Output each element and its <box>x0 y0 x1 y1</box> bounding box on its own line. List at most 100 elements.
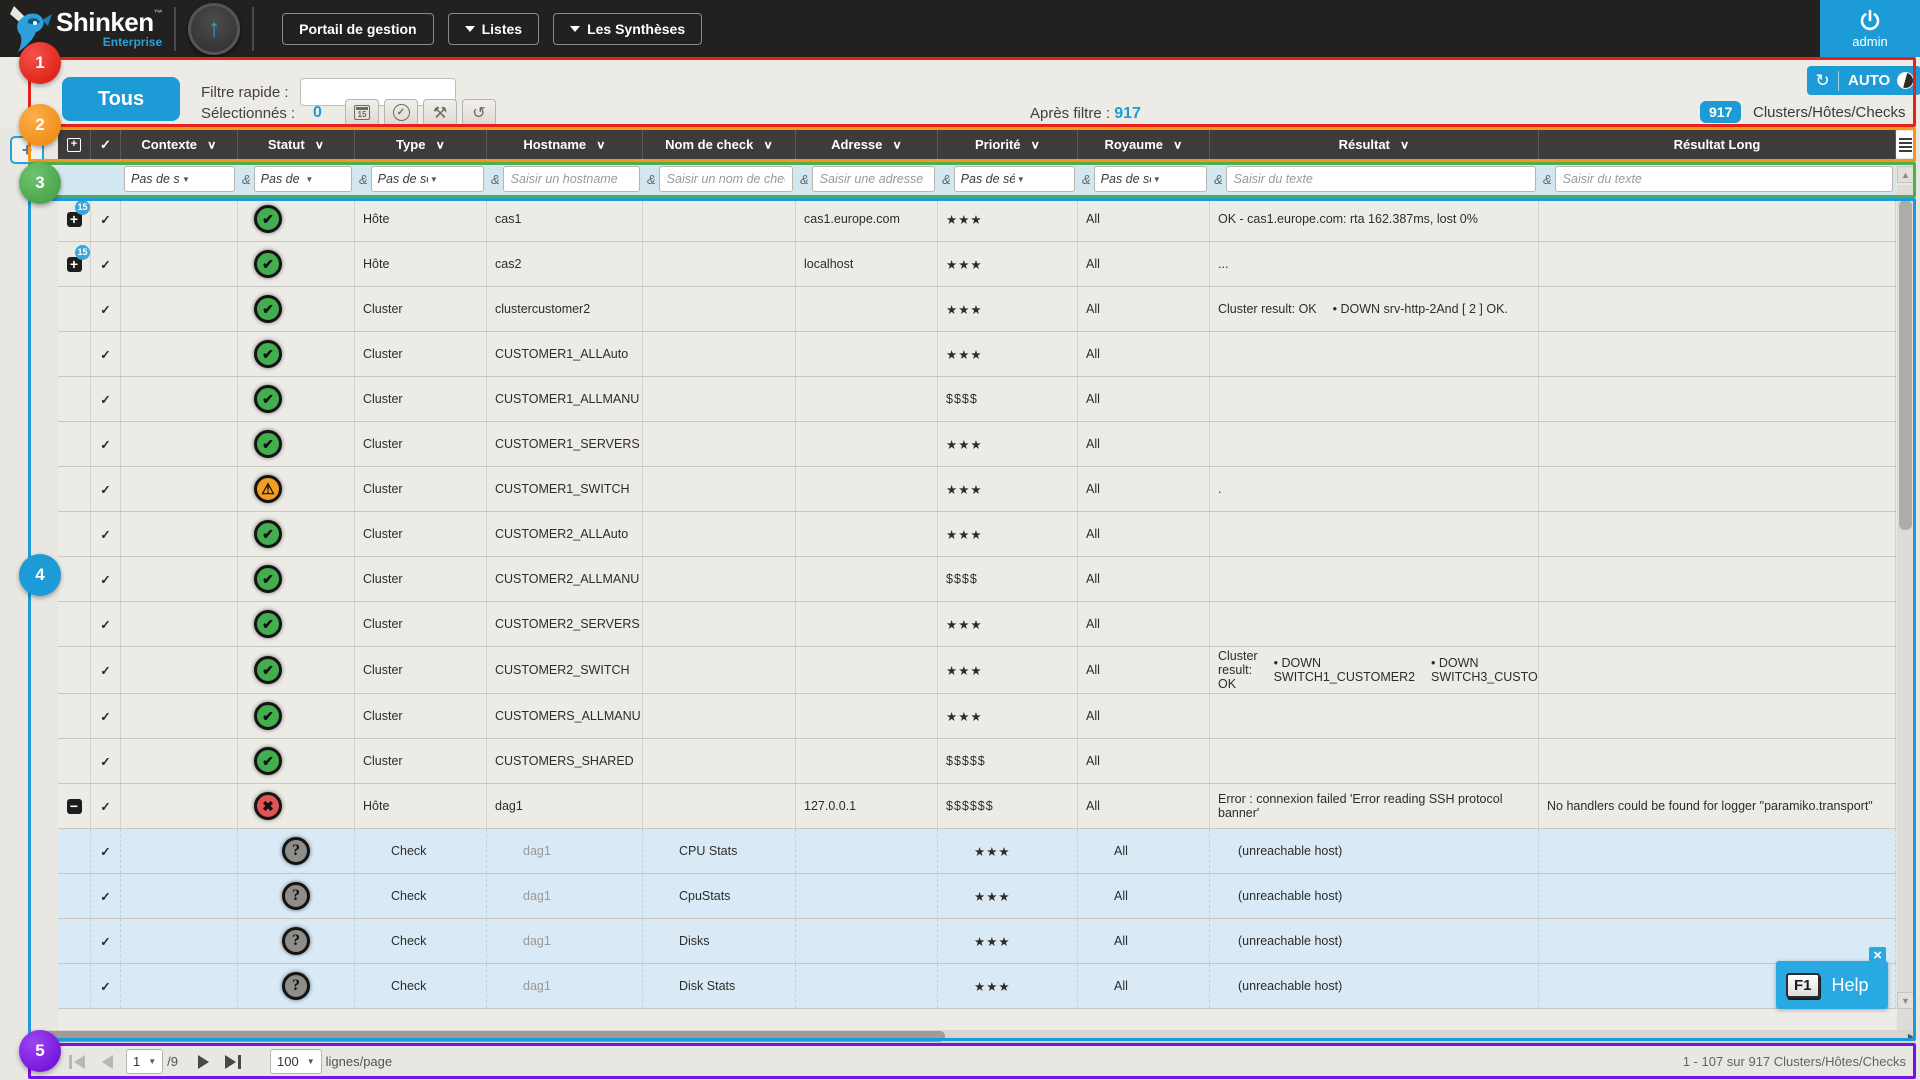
table-row[interactable]: ✓ ? Check dag1 Disk Stats ★★★ All (unrea… <box>58 964 1896 1009</box>
cell-hostname[interactable]: dag1 <box>487 964 643 1008</box>
table-row[interactable]: ✓ ⚠ Cluster CUSTOMER1_SWITCH ★★★ All . <box>58 467 1896 512</box>
user-menu-admin[interactable]: admin <box>1820 0 1920 57</box>
row-select-check-icon[interactable]: ✓ <box>91 332 121 376</box>
header-select-all[interactable]: + <box>58 128 91 161</box>
cell-hostname[interactable]: cas1 <box>487 197 643 241</box>
row-select-check-icon[interactable]: ✓ <box>91 829 121 873</box>
row-select-check-icon[interactable]: ✓ <box>91 557 121 601</box>
auto-refresh-control[interactable]: ↻ AUTO <box>1807 66 1920 95</box>
downtime-calendar-button[interactable]: 15 <box>345 99 379 126</box>
cell-hostname[interactable]: CUSTOMERS_SHARED <box>487 739 643 783</box>
cell-hostname[interactable]: CUSTOMER2_ALLAuto <box>487 512 643 556</box>
cell-hostname[interactable]: dag1 <box>487 784 643 828</box>
menu-portail-de-gestion[interactable]: Portail de gestion <box>282 13 433 45</box>
row-select-check-icon[interactable]: ✓ <box>91 602 121 646</box>
header-statut[interactable]: Statut∨ <box>238 128 355 161</box>
table-row[interactable]: ✓ ✔ Cluster CUSTOMER2_SERVERS ★★★ All <box>58 602 1896 647</box>
cell-hostname[interactable]: CUSTOMER2_SWITCH <box>487 647 643 693</box>
scrollbar-up-button[interactable]: ▲ <box>1897 166 1914 183</box>
cell-hostname[interactable]: dag1 <box>487 919 643 963</box>
table-row[interactable]: ✓ ✔ Cluster CUSTOMER2_ALLAuto ★★★ All <box>58 512 1896 557</box>
priorite-filter-select[interactable]: Pas de sélection▼ <box>954 166 1075 192</box>
resultat-filter-input[interactable] <box>1226 166 1536 192</box>
row-select-check-icon[interactable]: ✓ <box>91 874 121 918</box>
row-select-check-icon[interactable]: ✓ <box>91 377 121 421</box>
row-select-check-icon[interactable]: ✓ <box>91 784 121 828</box>
table-row[interactable]: +15 ✓ ✔ Hôte cas1 cas1.europe.com ★★★ Al… <box>58 197 1896 242</box>
table-row[interactable]: +15 ✓ ✔ Hôte cas2 localhost ★★★ All ... <box>58 242 1896 287</box>
table-row[interactable]: ✓ ✔ Cluster CUSTOMER1_ALLAuto ★★★ All <box>58 332 1896 377</box>
row-select-check-icon[interactable]: ✓ <box>91 197 121 241</box>
cell-hostname[interactable]: CUSTOMER1_SERVERS <box>487 422 643 466</box>
table-row[interactable]: ✓ ✔ Cluster CUSTOMERS_SHARED $$$$$ All <box>58 739 1896 784</box>
cell-hostname[interactable]: CUSTOMER2_ALLMANU <box>487 557 643 601</box>
cell-hostname[interactable]: CUSTOMER1_ALLMANU <box>487 377 643 421</box>
header-royaume[interactable]: Royaume∨ <box>1078 128 1210 161</box>
row-select-check-icon[interactable]: ✓ <box>91 739 121 783</box>
half-moon-toggle-icon[interactable] <box>1897 72 1914 89</box>
cell-hostname[interactable]: dag1 <box>487 829 643 873</box>
header-priorite[interactable]: Priorité∨ <box>938 128 1078 161</box>
rows-per-page-select[interactable]: 100▼ <box>270 1049 322 1074</box>
last-page-button[interactable] <box>218 1050 248 1074</box>
statut-filter-select[interactable]: Pas de sélection▼ <box>254 166 352 192</box>
menu-listes[interactable]: Listes <box>448 13 539 45</box>
type-filter-select[interactable]: Pas de sélection▼ <box>371 166 484 192</box>
first-page-button[interactable] <box>62 1050 92 1074</box>
add-tab-button[interactable]: + <box>10 136 44 164</box>
vertical-scrollbar-thumb[interactable] <box>1899 200 1912 530</box>
tab-tous[interactable]: Tous <box>62 77 180 121</box>
cell-hostname[interactable]: CUSTOMERS_ALLMANU <box>487 694 643 738</box>
page-select[interactable]: 1▼ <box>126 1049 163 1074</box>
table-row[interactable]: ✓ ✔ Cluster CUSTOMER2_ALLMANU $$$$ All <box>58 557 1896 602</box>
scrollbar-down-button[interactable]: ▼ <box>1897 992 1914 1009</box>
resultat-long-filter-input[interactable] <box>1555 166 1893 192</box>
header-nom-de-check[interactable]: Nom de check∨ <box>643 128 796 161</box>
address-filter-input[interactable] <box>812 166 935 192</box>
menu-les-syntheses[interactable]: Les Synthèses <box>553 13 702 45</box>
header-contexte[interactable]: Contexte∨ <box>121 128 238 161</box>
cell-hostname[interactable]: CUSTOMER1_ALLAuto <box>487 332 643 376</box>
table-row[interactable]: ✓ ? Check dag1 CPU Stats ★★★ All (unreac… <box>58 829 1896 874</box>
royaume-filter-select[interactable]: Pas de sélection▼ <box>1094 166 1207 192</box>
vertical-scrollbar[interactable] <box>1897 185 1914 1030</box>
row-select-check-icon[interactable]: ✓ <box>91 964 121 1008</box>
horizontal-scrollbar-thumb[interactable] <box>30 1031 945 1042</box>
contexte-filter-select[interactable]: Pas de sélection▼ <box>124 166 235 192</box>
row-select-check-icon[interactable]: ✓ <box>91 512 121 556</box>
table-row[interactable]: − ✓ ✖ Hôte dag1 127.0.0.1 $$$$$$ All Err… <box>58 784 1896 829</box>
cell-hostname[interactable]: dag1 <box>487 874 643 918</box>
scroll-top-button[interactable]: ↑ <box>188 3 240 55</box>
reset-selection-button[interactable]: ↺ <box>462 99 496 126</box>
cell-hostname[interactable]: CUSTOMER2_SERVERS <box>487 602 643 646</box>
header-check[interactable]: ✓ <box>91 128 121 161</box>
row-select-check-icon[interactable]: ✓ <box>91 287 121 331</box>
next-page-button[interactable] <box>188 1050 218 1074</box>
check-name-filter-input[interactable] <box>659 166 793 192</box>
tools-button[interactable]: ⚒ <box>423 99 457 126</box>
header-type[interactable]: Type∨ <box>355 128 487 161</box>
table-row[interactable]: ✓ ✔ Cluster CUSTOMER1_ALLMANU $$$$ All <box>58 377 1896 422</box>
table-row[interactable]: ✓ ✔ Cluster clustercustomer2 ★★★ All Clu… <box>58 287 1896 332</box>
brand-logo[interactable]: Shinken™ Enterprise <box>0 4 162 54</box>
row-select-check-icon[interactable]: ✓ <box>91 919 121 963</box>
acknowledge-button[interactable]: ✓ <box>384 99 418 126</box>
table-row[interactable]: ✓ ? Check dag1 CpuStats ★★★ All (unreach… <box>58 874 1896 919</box>
row-select-check-icon[interactable]: ✓ <box>91 647 121 693</box>
columns-menu-button[interactable] <box>1896 131 1915 158</box>
table-row[interactable]: ✓ ✔ Cluster CUSTOMER1_SERVERS ★★★ All <box>58 422 1896 467</box>
cell-hostname[interactable]: CUSTOMER1_SWITCH <box>487 467 643 511</box>
table-row[interactable]: ✓ ✔ Cluster CUSTOMER2_SWITCH ★★★ All Clu… <box>58 647 1896 694</box>
expand-toggle-icon[interactable]: − <box>67 799 82 814</box>
help-popup[interactable]: × F1 Help <box>1776 961 1888 1009</box>
header-adresse[interactable]: Adresse∨ <box>796 128 938 161</box>
row-select-check-icon[interactable]: ✓ <box>91 694 121 738</box>
header-resultat-long[interactable]: Résultat Long <box>1539 128 1896 161</box>
cell-hostname[interactable]: cas2 <box>487 242 643 286</box>
header-hostname[interactable]: Hostname∨ <box>487 128 643 161</box>
row-select-check-icon[interactable]: ✓ <box>91 422 121 466</box>
close-icon[interactable]: × <box>1869 947 1886 964</box>
scrollbar-right-button[interactable]: ▶ <box>1908 1032 1914 1041</box>
row-select-check-icon[interactable]: ✓ <box>91 242 121 286</box>
cell-hostname[interactable]: clustercustomer2 <box>487 287 643 331</box>
